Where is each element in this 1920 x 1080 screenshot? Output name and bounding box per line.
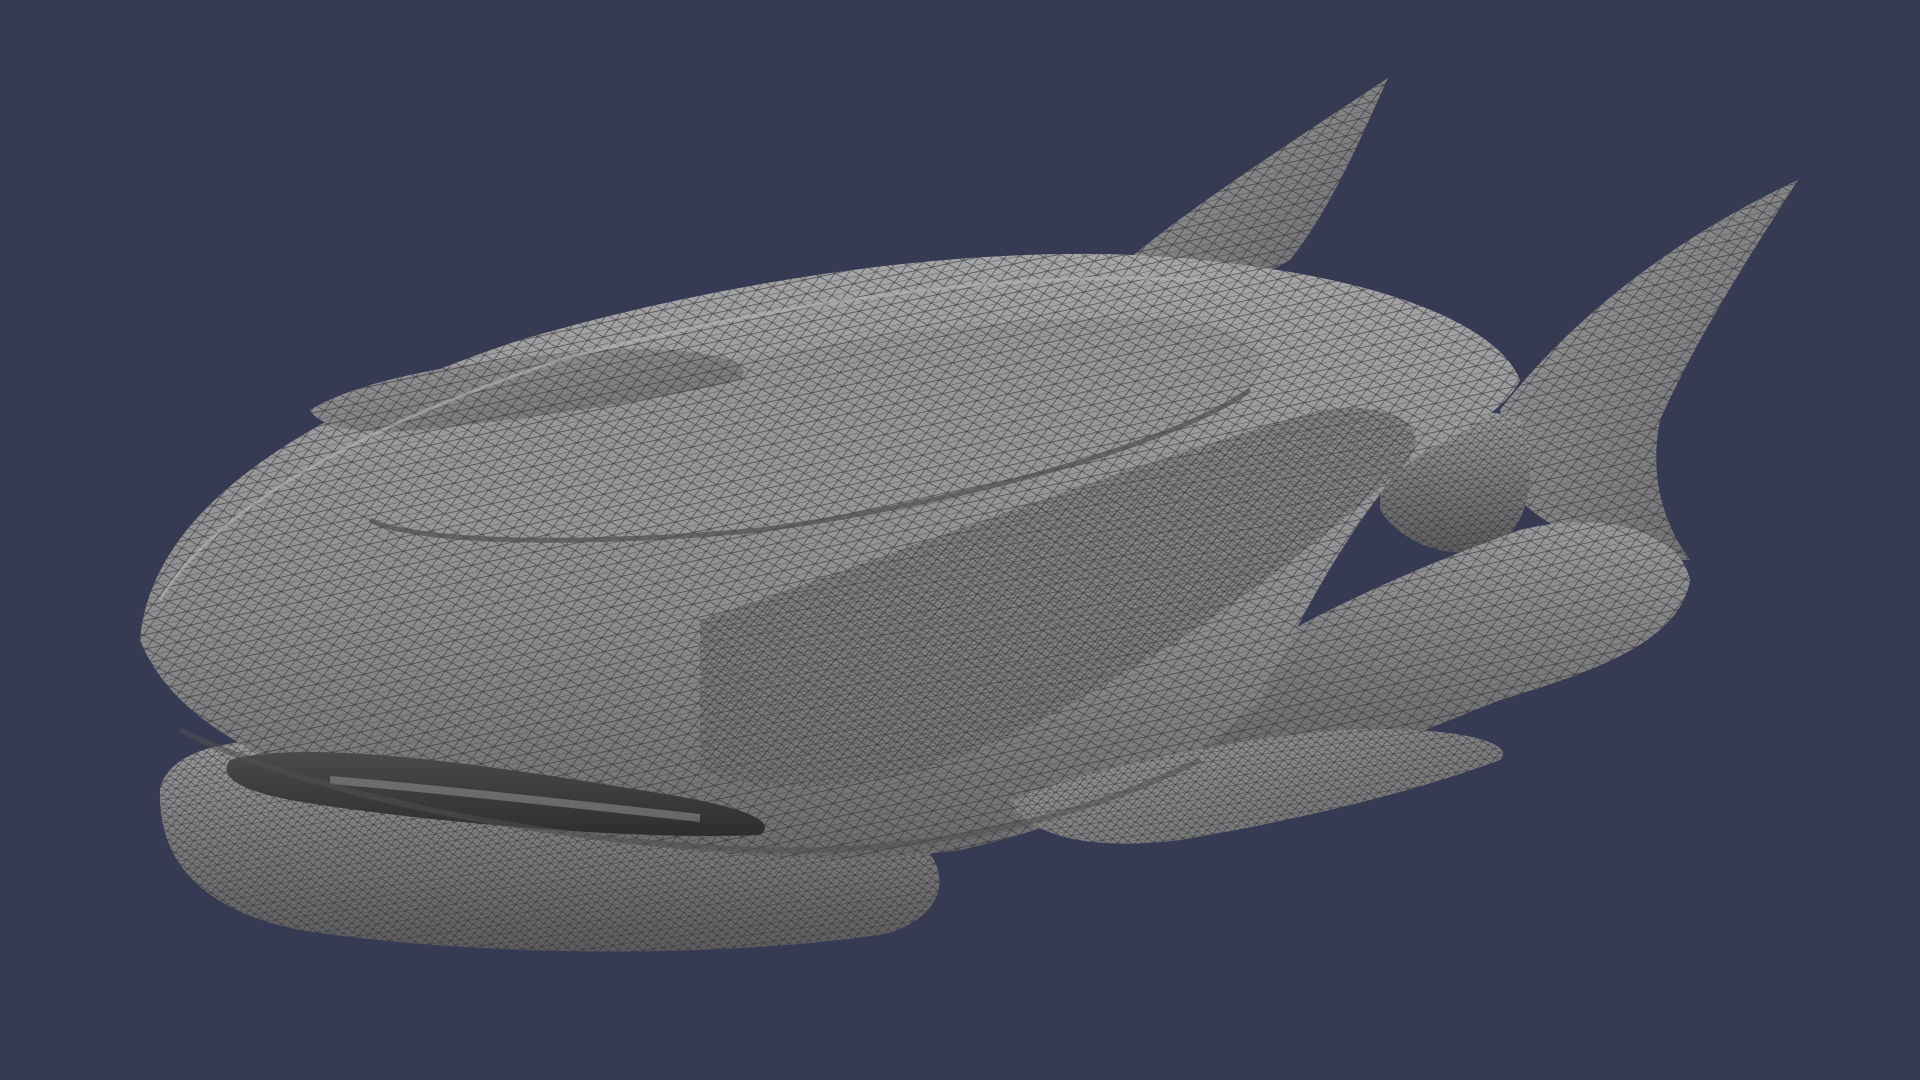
scene-canvas[interactable] bbox=[0, 0, 1920, 1080]
tail-fin[interactable] bbox=[1500, 180, 1798, 560]
spaceship-mesh[interactable] bbox=[140, 78, 1798, 952]
3d-viewport[interactable] bbox=[0, 0, 1920, 1080]
dorsal-fin[interactable] bbox=[1130, 78, 1388, 283]
